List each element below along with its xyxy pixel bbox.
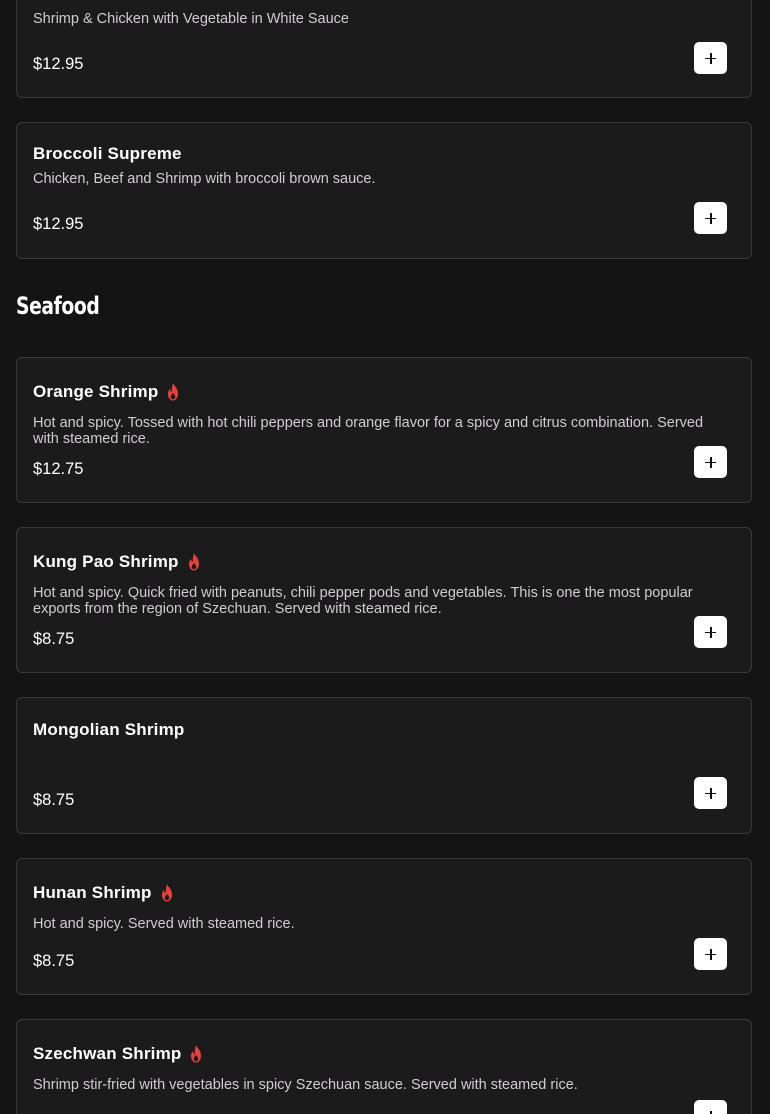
item-name-row: Hunan Shrimp [33,882,175,904]
add-to-cart-button[interactable] [694,616,727,648]
menu-item-card[interactable]: Mongolian Shrimp $8.75 [16,697,752,834]
item-name: Kung Pao Shrimp [33,552,179,571]
add-to-cart-button[interactable] [694,42,727,74]
item-price: $8.75 [33,791,75,809]
flame-icon [161,884,172,902]
menu-page: Shrimp & Chicken with Vegetable in White… [0,0,770,1114]
item-name: Broccoli Supreme [33,144,182,163]
item-price: $8.75 [33,630,75,648]
menu-item-card[interactable]: Orange Shrimp Hot and spicy. Tossed with… [16,357,752,503]
item-name-row: Szechwan Shrimp [33,1043,204,1065]
plus-icon [705,1110,716,1114]
menu-item-card[interactable]: Broccoli Supreme Chicken, Beef and Shrim… [16,122,752,259]
item-description: Shrimp stir-fried with vegetables in spi… [33,1077,578,1093]
plus-icon [705,456,716,468]
plus-icon [705,212,716,224]
add-to-cart-button[interactable] [694,938,727,970]
menu-item-card[interactable]: Kung Pao Shrimp Hot and spicy. Quick fri… [16,527,752,673]
item-description: Hot and spicy. Tossed with hot chili pep… [33,415,704,447]
item-description: Hot and spicy. Served with steamed rice. [33,916,295,932]
item-name: Mongolian Shrimp [33,720,185,739]
item-name: Orange Shrimp [33,382,159,401]
item-name-row: Mongolian Shrimp [33,719,184,741]
item-description: Shrimp & Chicken with Vegetable in White… [33,11,349,27]
plus-icon [705,787,716,799]
flame-icon [191,1045,202,1063]
flame-icon [188,553,199,571]
plus-icon [705,626,716,638]
menu-item-card[interactable]: Szechwan Shrimp Shrimp stir-fried with v… [16,1019,752,1114]
item-price: $12.95 [33,55,84,73]
add-to-cart-button[interactable] [694,446,727,478]
add-to-cart-button[interactable] [694,777,727,809]
item-name: Szechwan Shrimp [33,1044,182,1063]
section-title-seafood: Seafood [16,292,100,320]
menu-item-card[interactable]: Shrimp & Chicken with Vegetable in White… [16,0,752,98]
item-price: $12.95 [33,215,84,233]
plus-icon [705,52,716,64]
plus-icon [705,948,716,960]
item-name-row: Orange Shrimp [33,381,181,403]
flame-icon [168,383,179,401]
menu-item-card[interactable]: Hunan Shrimp Hot and spicy. Served with … [16,858,752,995]
item-name-row: Kung Pao Shrimp [33,551,202,573]
item-price: $12.75 [33,460,84,478]
add-to-cart-button[interactable] [694,202,727,234]
item-name-row: Broccoli Supreme [33,143,182,165]
item-description: Chicken, Beef and Shrimp with broccoli b… [33,171,376,187]
item-price: $8.75 [33,952,75,970]
item-name: Hunan Shrimp [33,883,152,902]
item-description: Hot and spicy. Quick fried with peanuts,… [33,585,693,617]
add-to-cart-button[interactable] [694,1100,727,1114]
